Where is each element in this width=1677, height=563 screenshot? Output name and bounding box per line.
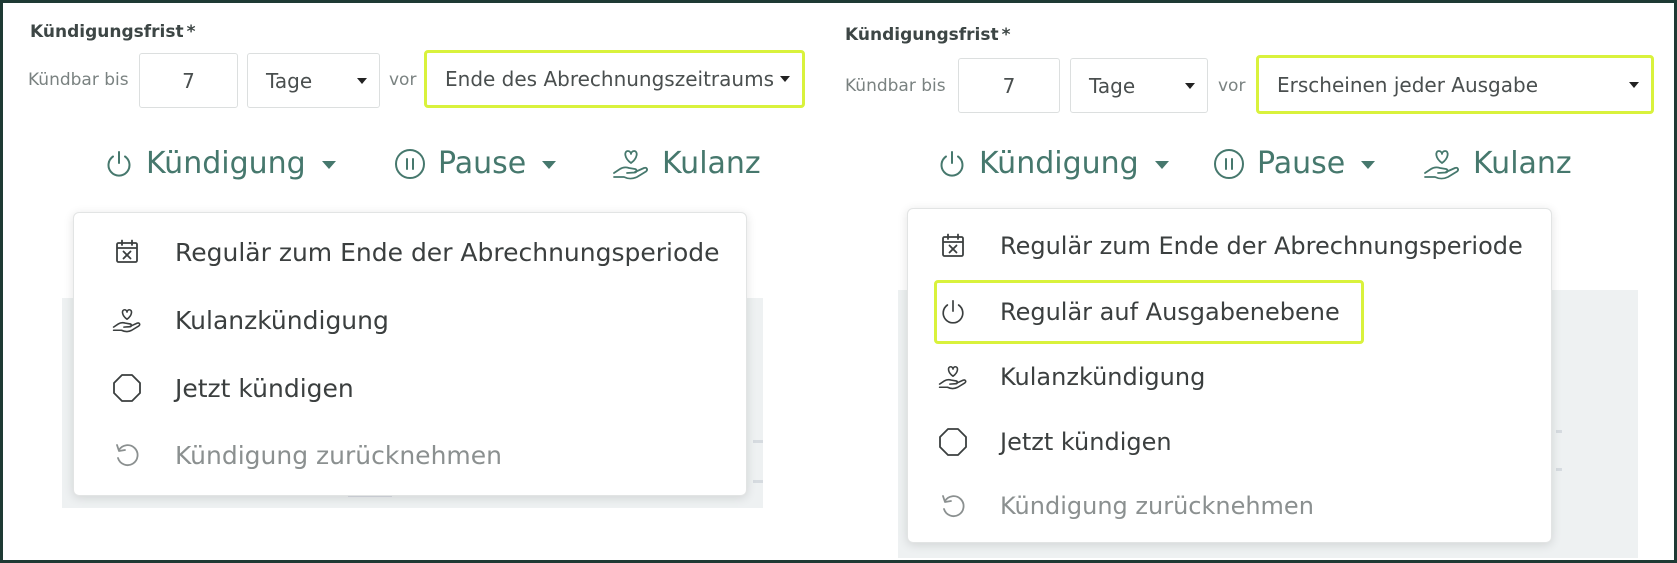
background-decoration [753, 480, 763, 483]
heart-hand-icon [938, 362, 968, 392]
cancel-until-label: Kündbar bis [845, 76, 946, 96]
calendar-x-icon [112, 237, 142, 267]
pause-icon [1214, 148, 1244, 179]
pause-action-button[interactable]: Pause [1213, 146, 1376, 181]
chevron-down-icon [780, 76, 790, 82]
goodwill-action-button[interactable]: Kulanz [1423, 146, 1572, 181]
cancel-action-button[interactable]: Kündigung [937, 146, 1169, 181]
menu-item-cancel-now[interactable]: Jetzt kündigen [908, 420, 1551, 464]
pause-action-button[interactable]: Pause [394, 146, 557, 181]
menu-item-regular-issue-level[interactable]: Regulär auf Ausgabenebene [908, 290, 1551, 334]
menu-item-regular-period-end[interactable]: Regulär zum Ende der Abrechnungsperiode [908, 224, 1551, 268]
right-panel: Kündigungsfrist * Kündbar bis 7 Tage vor … [826, 0, 1677, 563]
reference-point-select[interactable]: Ende des Abrechnungszeitraums [424, 50, 805, 108]
before-label: vor [389, 70, 417, 90]
undo-icon [938, 491, 968, 521]
goodwill-action-button[interactable]: Kulanz [612, 146, 761, 181]
menu-item-regular-period-end[interactable]: Regulär zum Ende der Abrechnungsperiode [74, 230, 746, 274]
cancel-dropdown-menu: Regulär zum Ende der Abrechnungsperiode … [907, 208, 1552, 543]
undo-icon [112, 440, 142, 470]
power-icon [107, 150, 131, 177]
menu-item-goodwill-cancel[interactable]: Kulanzkündigung [74, 298, 746, 342]
before-label: vor [1218, 76, 1246, 96]
background-decoration [1556, 430, 1562, 433]
cancel-until-label: Kündbar bis [28, 70, 129, 90]
notice-amount-input[interactable]: 7 [139, 53, 238, 108]
menu-item-goodwill-cancel[interactable]: Kulanzkündigung [908, 355, 1551, 399]
notice-unit-select[interactable]: Tage [247, 53, 380, 108]
cancel-action-button[interactable]: Kündigung [104, 146, 336, 181]
calendar-x-icon [938, 231, 968, 261]
octagon-icon [112, 373, 142, 403]
chevron-down-icon [1361, 160, 1376, 169]
pause-icon [395, 148, 425, 179]
heart-hand-icon [613, 149, 648, 179]
chevron-down-icon [321, 160, 336, 169]
chevron-down-icon [1629, 81, 1639, 88]
menu-item-revoke-cancel[interactable]: Kündigung zurücknehmen [908, 484, 1551, 528]
background-decoration [1556, 468, 1562, 471]
chevron-down-icon [357, 77, 367, 84]
heart-hand-icon [1424, 149, 1459, 179]
chevron-down-icon [542, 160, 557, 169]
power-icon [938, 297, 968, 327]
reference-point-select[interactable]: Erscheinen jeder Ausgabe [1256, 55, 1654, 114]
octagon-icon [938, 427, 968, 457]
background-decoration [753, 440, 763, 443]
heart-hand-icon [112, 305, 142, 335]
notice-amount-input[interactable]: 7 [958, 58, 1060, 113]
menu-item-revoke-cancel[interactable]: Kündigung zurücknehmen [74, 433, 746, 477]
chevron-down-icon [1185, 82, 1195, 89]
menu-item-cancel-now[interactable]: Jetzt kündigen [74, 366, 746, 410]
power-icon [940, 150, 964, 177]
cancel-dropdown-menu: Regulär zum Ende der Abrechnungsperiode … [73, 212, 747, 496]
chevron-down-icon [1154, 160, 1169, 169]
left-panel: Kündigungsfrist * Kündbar bis 7 Tage vor … [0, 0, 826, 563]
notice-period-label: Kündigungsfrist * [845, 25, 1011, 45]
notice-period-label: Kündigungsfrist * [30, 22, 196, 42]
notice-unit-select[interactable]: Tage [1070, 58, 1208, 113]
